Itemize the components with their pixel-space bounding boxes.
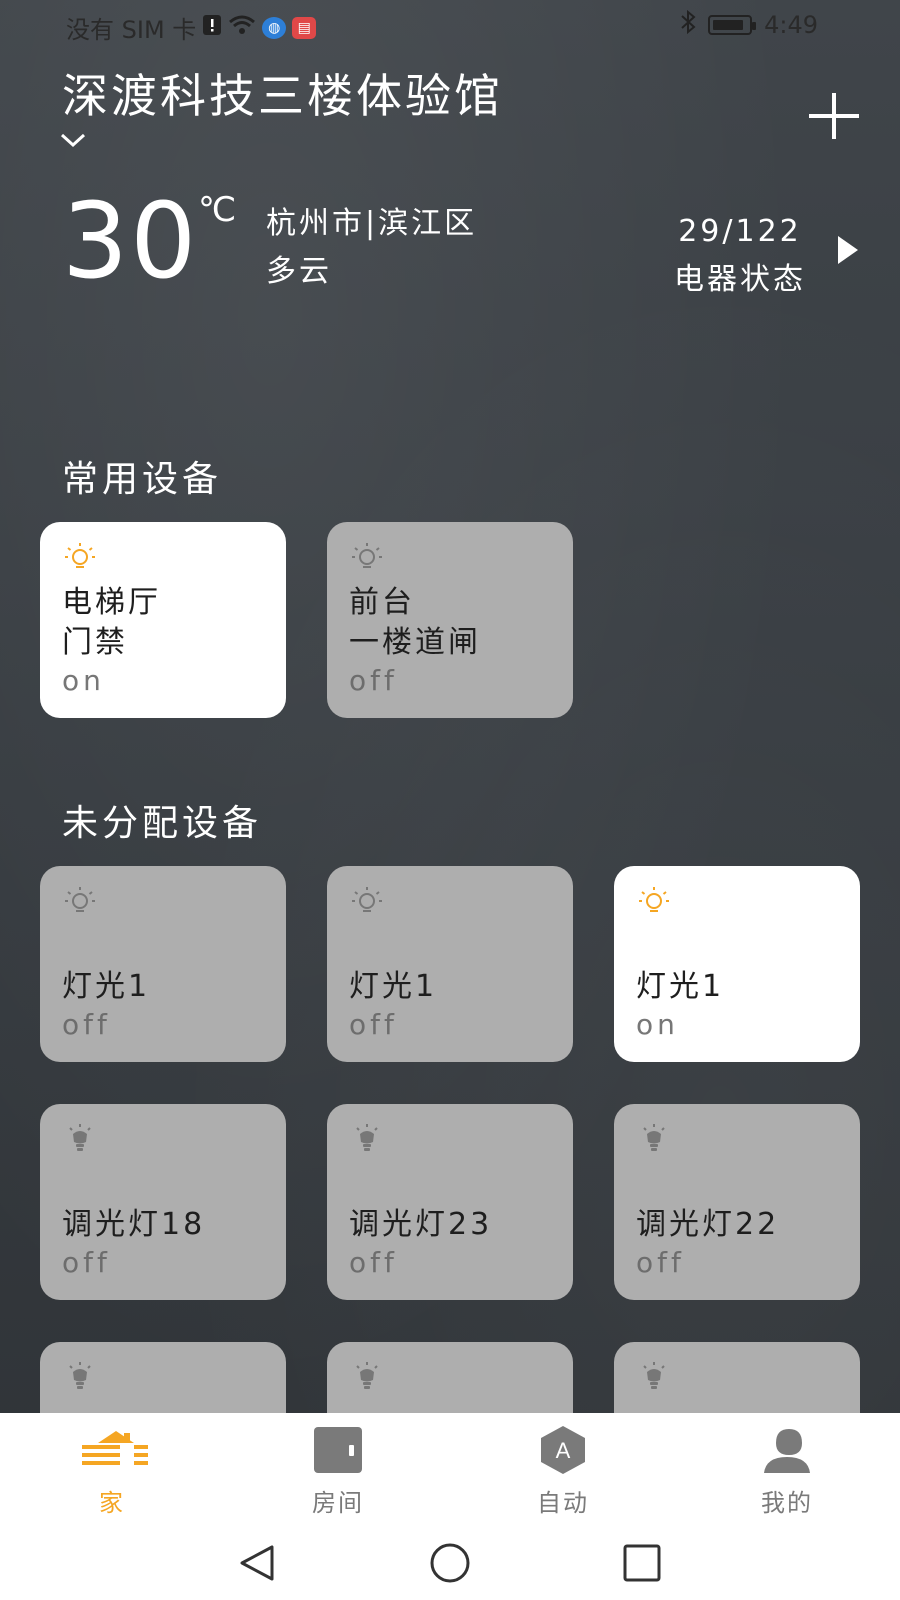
dimmer-bulb-icon bbox=[636, 1360, 672, 1396]
bottom-nav: 家 房间 A 自动 我的 bbox=[0, 1413, 900, 1523]
battery-icon bbox=[708, 15, 757, 35]
device-card[interactable]: 调光灯23 off bbox=[327, 1104, 573, 1300]
temperature-unit: ℃ bbox=[198, 190, 237, 230]
status-right: 4:49 bbox=[680, 9, 818, 40]
device-card[interactable]: 调光灯18 off bbox=[40, 1104, 286, 1300]
device-name: 前台 bbox=[349, 585, 415, 620]
device-name: 灯光1 bbox=[636, 969, 725, 1004]
recents-icon[interactable] bbox=[620, 1541, 664, 1585]
temperature: 30 bbox=[62, 180, 199, 302]
device-card[interactable]: 灯光1 off bbox=[40, 866, 286, 1062]
dimmer-bulb-icon bbox=[62, 1122, 98, 1158]
status-left: 没有 SIM 卡 ◍ ▤ bbox=[66, 10, 317, 45]
nav-profile[interactable]: 我的 bbox=[717, 1413, 857, 1523]
device-name: 调光灯22 bbox=[636, 1207, 780, 1242]
book-app-icon: ▤ bbox=[292, 16, 317, 39]
device-card[interactable]: 灯光1 off bbox=[327, 866, 573, 1062]
status-bar: 没有 SIM 卡 ◍ ▤ 4:49 bbox=[0, 0, 900, 50]
device-count[interactable]: 29/122 bbox=[660, 214, 820, 249]
back-icon[interactable] bbox=[236, 1541, 280, 1585]
bulb-off-icon bbox=[349, 884, 385, 920]
bulb-off-icon bbox=[349, 540, 385, 576]
clock: 4:49 bbox=[764, 11, 818, 39]
add-icon[interactable] bbox=[806, 90, 862, 146]
nav-rooms[interactable]: 房间 bbox=[268, 1413, 408, 1523]
chevron-down-icon[interactable] bbox=[58, 130, 88, 150]
dimmer-bulb-icon bbox=[349, 1122, 385, 1158]
device-card[interactable]: 灯光1 on bbox=[614, 866, 860, 1062]
home-screen: 没有 SIM 卡 ◍ ▤ 4:49 深渡科技三楼体验馆 30 ℃ 杭州市|滨江区… bbox=[0, 0, 900, 1600]
wifi-icon bbox=[228, 14, 256, 42]
device-name-line2: 一楼道闸 bbox=[349, 625, 481, 660]
svg-text:A: A bbox=[556, 1438, 571, 1463]
device-state: off bbox=[349, 1246, 398, 1279]
nav-home[interactable]: 家 bbox=[42, 1413, 182, 1523]
device-state: off bbox=[62, 1246, 111, 1279]
dimmer-bulb-icon bbox=[349, 1360, 385, 1396]
bluetooth-icon bbox=[680, 9, 696, 40]
device-state: off bbox=[349, 664, 398, 697]
device-state: off bbox=[636, 1246, 685, 1279]
home-icon bbox=[82, 1425, 148, 1475]
device-state: on bbox=[636, 1008, 679, 1041]
system-nav-bar bbox=[0, 1523, 900, 1600]
home-title[interactable]: 深渡科技三楼体验馆 bbox=[62, 60, 503, 126]
nav-label: 我的 bbox=[761, 1489, 813, 1517]
device-name-line2: 门禁 bbox=[62, 625, 128, 660]
device-name: 调光灯18 bbox=[62, 1207, 206, 1242]
dimmer-bulb-icon bbox=[636, 1122, 672, 1158]
nav-label: 家 bbox=[99, 1489, 125, 1517]
automation-icon: A bbox=[538, 1425, 588, 1475]
carrier-text: 没有 SIM 卡 bbox=[66, 16, 197, 44]
device-name: 灯光1 bbox=[349, 969, 438, 1004]
play-arrow-icon[interactable] bbox=[838, 236, 858, 264]
door-icon bbox=[313, 1425, 363, 1475]
bulb-on-icon bbox=[62, 540, 98, 576]
profile-icon bbox=[762, 1425, 812, 1475]
unassigned-title: 未分配设备 bbox=[62, 803, 263, 844]
device-name: 调光灯23 bbox=[349, 1207, 493, 1242]
bulb-on-icon bbox=[636, 884, 672, 920]
device-state: on bbox=[62, 664, 105, 697]
device-state: off bbox=[62, 1008, 111, 1041]
bulb-off-icon bbox=[62, 884, 98, 920]
location: 杭州市|滨江区 bbox=[266, 206, 478, 241]
dimmer-bulb-icon bbox=[62, 1360, 98, 1396]
sim-alert-icon bbox=[202, 14, 222, 42]
browser-app-icon: ◍ bbox=[262, 16, 287, 39]
device-name: 电梯厅 bbox=[62, 585, 161, 620]
nav-label: 自动 bbox=[537, 1489, 589, 1517]
device-name: 灯光1 bbox=[62, 969, 151, 1004]
device-card[interactable]: 电梯厅 门禁 on bbox=[40, 522, 286, 718]
weather-condition: 多云 bbox=[266, 254, 332, 289]
nav-label: 房间 bbox=[312, 1489, 364, 1517]
device-status-link[interactable]: 电器状态 bbox=[660, 254, 820, 298]
device-card[interactable]: 前台 一楼道闸 off bbox=[327, 522, 573, 718]
home-circle-icon[interactable] bbox=[428, 1541, 472, 1585]
favorites-title: 常用设备 bbox=[62, 459, 223, 500]
nav-automation[interactable]: A 自动 bbox=[493, 1413, 633, 1523]
device-card[interactable]: 调光灯22 off bbox=[614, 1104, 860, 1300]
device-state: off bbox=[349, 1008, 398, 1041]
